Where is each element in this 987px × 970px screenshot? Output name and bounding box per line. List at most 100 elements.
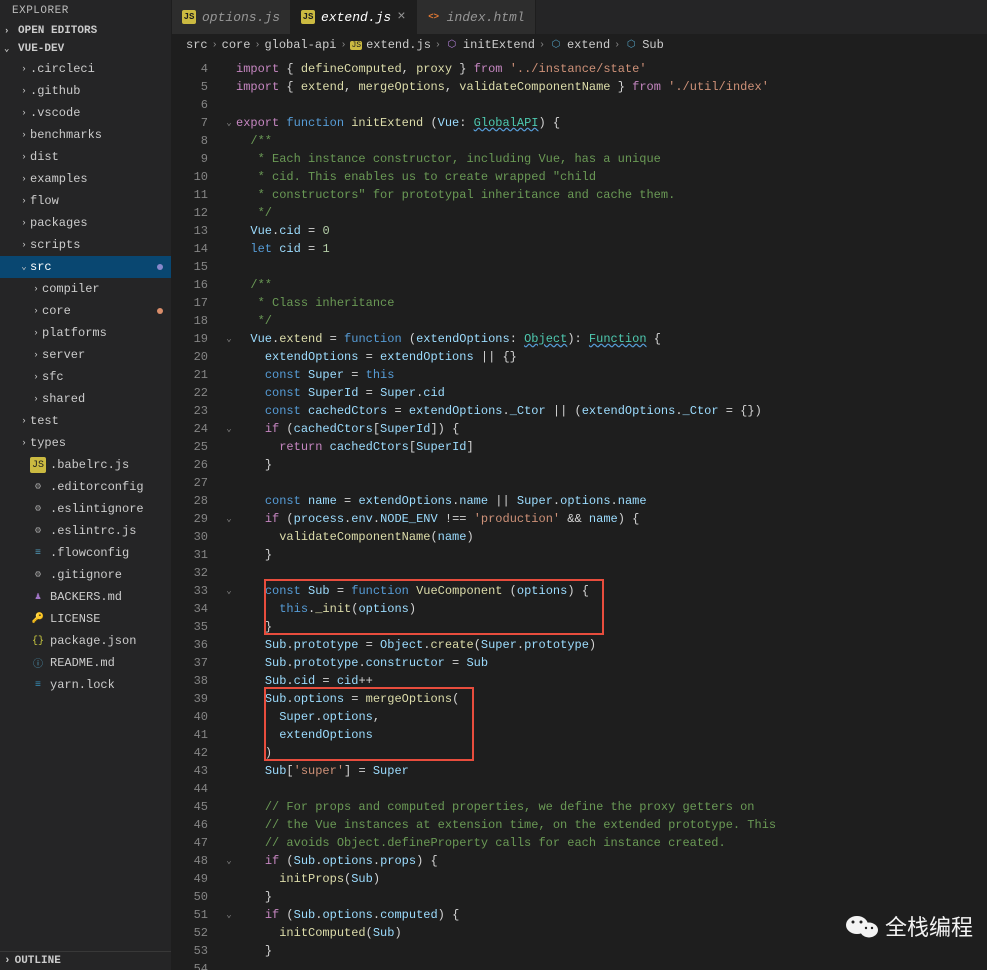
- code-line[interactable]: /**: [236, 276, 987, 294]
- fold-icon[interactable]: ⌄: [222, 582, 236, 600]
- tree-item[interactable]: ›sfc: [0, 366, 171, 388]
- tree-item[interactable]: ≡yarn.lock: [0, 674, 171, 696]
- tree-item[interactable]: ›platforms: [0, 322, 171, 344]
- fold-icon[interactable]: ⌄: [222, 420, 236, 438]
- code-line[interactable]: [236, 474, 987, 492]
- code-line[interactable]: Sub.options = mergeOptions(: [236, 690, 987, 708]
- tree-item[interactable]: ›server: [0, 344, 171, 366]
- code-line[interactable]: [236, 564, 987, 582]
- tree-item[interactable]: ≡.flowconfig: [0, 542, 171, 564]
- code-line[interactable]: // avoids Object.defineProperty calls fo…: [236, 834, 987, 852]
- code-line[interactable]: /**: [236, 132, 987, 150]
- code-line[interactable]: * constructors" for prototypal inheritan…: [236, 186, 987, 204]
- tree-item[interactable]: ⚙.editorconfig: [0, 476, 171, 498]
- code-content[interactable]: import { defineComputed, proxy } from '.…: [236, 56, 987, 970]
- tree-item[interactable]: JS.babelrc.js: [0, 454, 171, 476]
- tree-item[interactable]: ⚙.eslintrc.js: [0, 520, 171, 542]
- code-line[interactable]: const name = extendOptions.name || Super…: [236, 492, 987, 510]
- fold-icon[interactable]: ⌄: [222, 330, 236, 348]
- code-line[interactable]: const cachedCtors = extendOptions._Ctor …: [236, 402, 987, 420]
- breadcrumb-item[interactable]: src: [186, 38, 208, 52]
- tree-item[interactable]: ⓘREADME.md: [0, 652, 171, 674]
- code-line[interactable]: [236, 960, 987, 970]
- code-line[interactable]: let cid = 1: [236, 240, 987, 258]
- tree-item[interactable]: ⚙.gitignore: [0, 564, 171, 586]
- code-line[interactable]: [236, 780, 987, 798]
- code-line[interactable]: const Super = this: [236, 366, 987, 384]
- code-line[interactable]: import { defineComputed, proxy } from '.…: [236, 60, 987, 78]
- project-section[interactable]: ⌄ VUE-DEV: [0, 40, 171, 58]
- tree-item[interactable]: ›.vscode: [0, 102, 171, 124]
- code-line[interactable]: Sub.cid = cid++: [236, 672, 987, 690]
- code-line[interactable]: const SuperId = Super.cid: [236, 384, 987, 402]
- breadcrumb[interactable]: src›core›global-api›JSextend.js›⬡initExt…: [172, 34, 987, 56]
- code-line[interactable]: Sub['super'] = Super: [236, 762, 987, 780]
- code-line[interactable]: }: [236, 888, 987, 906]
- code-line[interactable]: Super.options,: [236, 708, 987, 726]
- code-line[interactable]: Vue.cid = 0: [236, 222, 987, 240]
- code-line[interactable]: import { extend, mergeOptions, validateC…: [236, 78, 987, 96]
- tree-item[interactable]: ›core: [0, 300, 171, 322]
- breadcrumb-item[interactable]: Sub: [642, 38, 664, 52]
- tree-item[interactable]: ⚙.eslintignore: [0, 498, 171, 520]
- code-line[interactable]: const Sub = function VueComponent (optio…: [236, 582, 987, 600]
- code-line[interactable]: */: [236, 312, 987, 330]
- code-line[interactable]: if (Sub.options.props) {: [236, 852, 987, 870]
- tree-item[interactable]: ›test: [0, 410, 171, 432]
- code-line[interactable]: */: [236, 204, 987, 222]
- open-editors-section[interactable]: › OPEN EDITORS: [0, 22, 171, 40]
- fold-icon[interactable]: ⌄: [222, 906, 236, 924]
- code-line[interactable]: }: [236, 456, 987, 474]
- breadcrumb-item[interactable]: initExtend: [463, 38, 535, 52]
- tab[interactable]: <>index.html: [417, 0, 536, 34]
- tree-item[interactable]: ›.circleci: [0, 58, 171, 80]
- code-line[interactable]: Vue.extend = function (extendOptions: Ob…: [236, 330, 987, 348]
- code-line[interactable]: * cid. This enables us to create wrapped…: [236, 168, 987, 186]
- code-line[interactable]: extendOptions: [236, 726, 987, 744]
- fold-icon[interactable]: ⌄: [222, 510, 236, 528]
- code-line[interactable]: return cachedCtors[SuperId]: [236, 438, 987, 456]
- tree-item[interactable]: {}package.json: [0, 630, 171, 652]
- tree-item[interactable]: ⌄src: [0, 256, 171, 278]
- tab[interactable]: JSextend.js×: [291, 0, 417, 34]
- tree-item[interactable]: ›packages: [0, 212, 171, 234]
- code-line[interactable]: Sub.prototype.constructor = Sub: [236, 654, 987, 672]
- tree-item[interactable]: ›flow: [0, 190, 171, 212]
- breadcrumb-item[interactable]: extend: [567, 38, 610, 52]
- code-line[interactable]: validateComponentName(name): [236, 528, 987, 546]
- code-line[interactable]: [236, 96, 987, 114]
- code-line[interactable]: * Each instance constructor, including V…: [236, 150, 987, 168]
- fold-icon[interactable]: ⌄: [222, 852, 236, 870]
- code-line[interactable]: }: [236, 942, 987, 960]
- breadcrumb-item[interactable]: extend.js: [366, 38, 431, 52]
- code-line[interactable]: // the Vue instances at extension time, …: [236, 816, 987, 834]
- outline-section[interactable]: › OUTLINE: [0, 951, 171, 970]
- tree-item[interactable]: ›scripts: [0, 234, 171, 256]
- tab[interactable]: JSoptions.js: [172, 0, 291, 34]
- breadcrumb-item[interactable]: core: [222, 38, 251, 52]
- code-line[interactable]: if (process.env.NODE_ENV !== 'production…: [236, 510, 987, 528]
- code-line[interactable]: this._init(options): [236, 600, 987, 618]
- code-editor[interactable]: 4567891011121314151617181920212223242526…: [172, 56, 987, 970]
- breadcrumb-item[interactable]: global-api: [264, 38, 336, 52]
- fold-icon[interactable]: ⌄: [222, 114, 236, 132]
- code-line[interactable]: if (cachedCtors[SuperId]) {: [236, 420, 987, 438]
- code-line[interactable]: initProps(Sub): [236, 870, 987, 888]
- tree-item[interactable]: ♟BACKERS.md: [0, 586, 171, 608]
- tree-item[interactable]: 🔑LICENSE: [0, 608, 171, 630]
- code-line[interactable]: [236, 258, 987, 276]
- tree-item[interactable]: ›examples: [0, 168, 171, 190]
- code-line[interactable]: * Class inheritance: [236, 294, 987, 312]
- tree-item[interactable]: ›types: [0, 432, 171, 454]
- close-icon[interactable]: ×: [397, 9, 405, 25]
- code-line[interactable]: // For props and computed properties, we…: [236, 798, 987, 816]
- tree-item[interactable]: ›benchmarks: [0, 124, 171, 146]
- code-line[interactable]: ): [236, 744, 987, 762]
- tree-item[interactable]: ›dist: [0, 146, 171, 168]
- code-line[interactable]: Sub.prototype = Object.create(Super.prot…: [236, 636, 987, 654]
- code-line[interactable]: extendOptions = extendOptions || {}: [236, 348, 987, 366]
- tree-item[interactable]: ›.github: [0, 80, 171, 102]
- code-line[interactable]: }: [236, 618, 987, 636]
- code-line[interactable]: }: [236, 546, 987, 564]
- tree-item[interactable]: ›compiler: [0, 278, 171, 300]
